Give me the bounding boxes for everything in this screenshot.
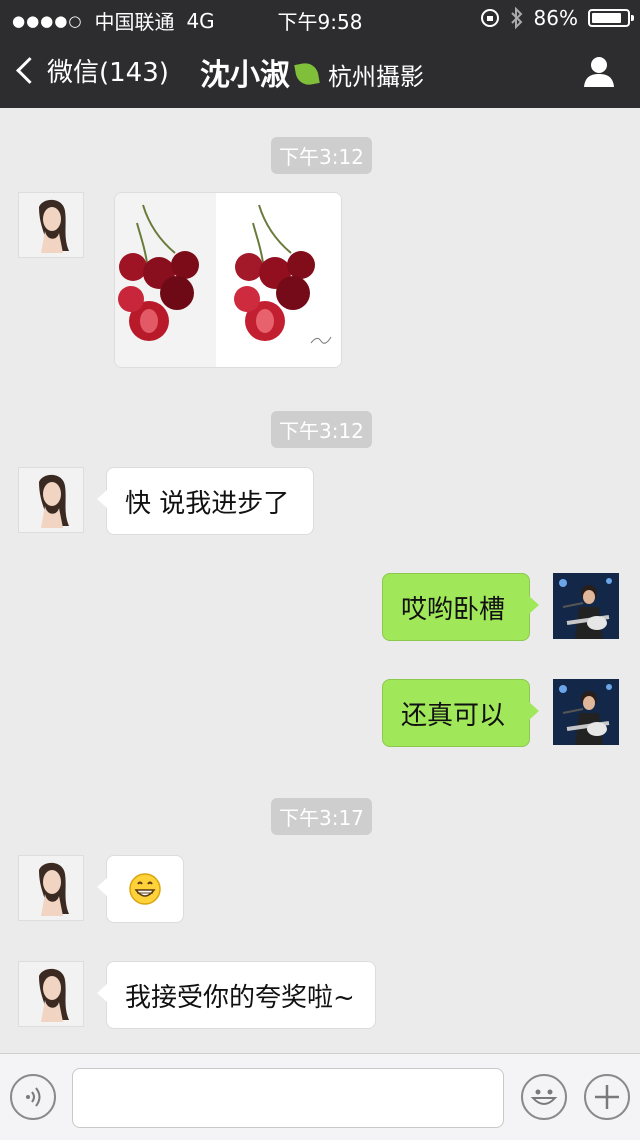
- back-button[interactable]: 微信(143): [14, 52, 169, 89]
- leaf-emoji-icon: [294, 61, 320, 87]
- chevron-left-icon: [16, 57, 43, 84]
- guitarist-portrait-icon: [553, 679, 619, 745]
- contact-avatar[interactable]: [18, 961, 84, 1027]
- top-bar: ●●●●○ 中国联通 4G 下午9:58 86% 微信(143) 沈小淑 杭州攝…: [0, 0, 640, 108]
- message-input[interactable]: [72, 1068, 504, 1128]
- rotation-lock-icon: [480, 9, 499, 27]
- message-text: 还真可以: [401, 700, 506, 731]
- status-bar: ●●●●○ 中国联通 4G 下午9:58 86%: [0, 0, 640, 36]
- incoming-message[interactable]: 我接受你的夸奖啦~: [97, 961, 376, 1029]
- voice-button[interactable]: [10, 1074, 56, 1120]
- outgoing-message[interactable]: 还真可以: [382, 679, 539, 747]
- chat-title: 沈小淑 杭州攝影: [200, 50, 424, 94]
- my-avatar[interactable]: [553, 573, 619, 639]
- battery-icon: [588, 9, 634, 27]
- cherries-image: [115, 193, 341, 367]
- image-message[interactable]: [114, 192, 342, 368]
- contact-name: 沈小淑: [200, 58, 290, 93]
- grin-emoji-icon: [129, 873, 161, 905]
- smiley-icon: [530, 1089, 558, 1105]
- message-text: 哎哟卧槽: [401, 594, 506, 625]
- outgoing-message[interactable]: 哎哟卧槽: [382, 573, 539, 641]
- emoji-button[interactable]: [521, 1074, 567, 1120]
- message-text: 我接受你的夸奖啦~: [125, 982, 355, 1013]
- back-label: 微信(143): [47, 58, 169, 88]
- plus-icon: [595, 1085, 619, 1109]
- woman-portrait-icon: [39, 199, 69, 253]
- incoming-message[interactable]: [97, 855, 184, 923]
- message-text: 快 说我进步了: [125, 488, 290, 519]
- bluetooth-icon: [510, 7, 522, 29]
- contact-subtitle: 杭州攝影: [328, 63, 424, 91]
- nav-bar: 微信(143) 沈小淑 杭州攝影: [0, 40, 640, 108]
- guitarist-portrait-icon: [553, 573, 619, 639]
- timestamp: 下午3:12: [271, 411, 372, 448]
- more-button[interactable]: [584, 1074, 630, 1120]
- woman-portrait-icon: [39, 968, 69, 1022]
- battery-percent: 86%: [533, 6, 578, 30]
- contact-avatar[interactable]: [18, 192, 84, 258]
- timestamp: 下午3:17: [271, 798, 372, 835]
- timestamp: 下午3:12: [271, 137, 372, 174]
- input-bar: [0, 1053, 640, 1140]
- voice-icon: [26, 1087, 41, 1107]
- incoming-message[interactable]: 快 说我进步了: [97, 467, 314, 535]
- my-avatar[interactable]: [553, 679, 619, 745]
- woman-portrait-icon: [39, 474, 69, 528]
- contact-avatar[interactable]: [18, 467, 84, 533]
- contact-avatar[interactable]: [18, 855, 84, 921]
- person-icon[interactable]: [582, 54, 616, 88]
- woman-portrait-icon: [39, 862, 69, 916]
